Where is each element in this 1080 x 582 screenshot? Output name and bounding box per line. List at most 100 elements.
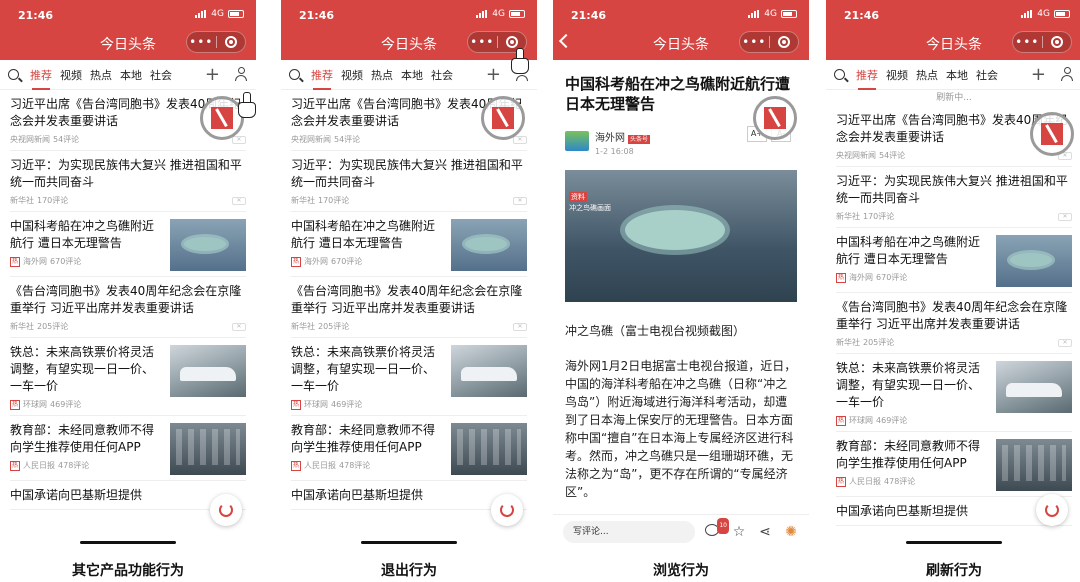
list-item[interactable]: 中国科考船在冲之鸟礁附近航行 遭日本无理警告 热海外网 670评论 (10, 212, 246, 277)
dislike-button[interactable]: ✕ (232, 323, 246, 331)
user-profile-icon[interactable] (234, 67, 248, 81)
mini-program-capsule[interactable]: ••• (739, 31, 799, 53)
comment-count: 54评论 (334, 135, 361, 144)
tab-video[interactable]: 视频 (882, 67, 912, 83)
tab-recommend[interactable]: 推荐 (852, 67, 882, 90)
tab-video[interactable]: 视频 (56, 67, 86, 83)
news-thumbnail (451, 345, 527, 397)
list-item[interactable]: 《告台湾同胞书》发表40周年纪念会在京隆重举行 习近平出席并发表重要讲话 新华社… (836, 293, 1072, 354)
refresh-button[interactable] (210, 494, 242, 526)
list-item[interactable]: 《告台湾同胞书》发表40周年纪念会在京隆重举行 习近平出席并发表重要讲话 新华社… (10, 277, 246, 338)
article-video[interactable]: 资料 冲之鸟礁画面 (565, 170, 797, 302)
more-share-icon[interactable]: ✺ (783, 524, 799, 540)
news-title: 中国科考船在冲之鸟礁附近航行 遭日本无理警告 (836, 235, 981, 266)
add-channel-icon[interactable]: + (205, 64, 220, 85)
tab-hot[interactable]: 热点 (912, 67, 942, 83)
author-name[interactable]: 海外网 (595, 133, 625, 144)
dislike-button[interactable]: ✕ (232, 197, 246, 205)
more-button[interactable]: ••• (1013, 33, 1042, 51)
search-button[interactable] (281, 69, 307, 80)
app-header: 21:46 4G 今日头条 ••• (0, 0, 256, 60)
author-avatar[interactable] (565, 131, 589, 151)
share-icon[interactable]: ⋖ (757, 524, 773, 540)
list-item[interactable]: 铁总：未来高铁票价将灵活调整，有望实现一日一价、一车一价 热环球网 469评论 (836, 354, 1072, 432)
mini-program-capsule[interactable]: ••• (1012, 31, 1072, 53)
news-title: 习近平：为实现民族伟大复兴 推进祖国和平统一而共同奋斗 (10, 158, 242, 189)
comments-button[interactable]: 10 (705, 517, 729, 540)
dislike-button[interactable]: ✕ (513, 323, 527, 331)
list-item[interactable]: 中国科考船在冲之鸟礁附近航行 遭日本无理警告 热海外网 670评论 (836, 228, 1072, 293)
comment-count: 469评论 (331, 400, 363, 409)
tab-society[interactable]: 社会 (427, 67, 457, 83)
more-button[interactable]: ••• (187, 33, 216, 51)
list-item[interactable]: 习近平：为实现民族伟大复兴 推进祖国和平统一而共同奋斗 新华社 170评论 ✕ (291, 151, 527, 212)
refresh-button[interactable] (491, 494, 523, 526)
app-header: 21:46 4G 今日头条 ••• (826, 0, 1080, 60)
phone-screen-refresh-action: 21:46 4G 今日头条 ••• 推荐 视频 热点 本地 社会 + 刷新中..… (826, 0, 1080, 548)
comment-count: 205评论 (863, 338, 895, 347)
more-button[interactable]: ••• (740, 33, 769, 51)
news-source: 央视网新闻 (836, 151, 876, 160)
tab-video[interactable]: 视频 (337, 67, 367, 83)
news-source: 新华社 (291, 196, 315, 205)
close-mini-program-button[interactable] (770, 36, 799, 48)
mini-program-capsule[interactable]: ••• (186, 31, 246, 53)
search-button[interactable] (0, 69, 26, 80)
tab-recommend[interactable]: 推荐 (307, 67, 337, 90)
list-item[interactable]: 教育部：未经同意教师不得向学生推荐使用任何APP 热人民日报 478评论 (10, 416, 246, 481)
tab-recommend[interactable]: 推荐 (26, 67, 56, 90)
news-title: 中国科考船在冲之鸟礁附近航行 遭日本无理警告 (10, 219, 155, 250)
refresh-button[interactable] (1036, 494, 1068, 526)
list-item[interactable]: 习近平：为实现民族伟大复兴 推进祖国和平统一而共同奋斗 新华社 170评论 ✕ (10, 151, 246, 212)
tab-local[interactable]: 本地 (942, 67, 972, 83)
list-item[interactable]: 习近平：为实现民族伟大复兴 推进祖国和平统一而共同奋斗 新华社 170评论 ✕ (836, 167, 1072, 228)
more-button[interactable]: ••• (468, 33, 497, 51)
list-item[interactable]: 中国科考船在冲之鸟礁附近航行 遭日本无理警告 热海外网 670评论 (291, 212, 527, 277)
list-item[interactable]: 铁总：未来高铁票价将灵活调整，有望实现一日一价、一车一价 热环球网 469评论 (10, 338, 246, 416)
list-item[interactable]: 《告台湾同胞书》发表40周年纪念会在京隆重举行 习近平出席并发表重要讲话 新华社… (291, 277, 527, 338)
user-profile-icon[interactable] (1060, 67, 1074, 81)
refreshing-indicator: 刷新中... (936, 93, 972, 103)
close-mini-program-button[interactable] (1043, 36, 1072, 48)
news-title: 中国承诺向巴基斯坦提供 (291, 488, 424, 502)
dislike-button[interactable]: ✕ (1058, 339, 1072, 347)
signal-icon (476, 10, 488, 18)
video-tag: 资料 (569, 192, 587, 202)
news-title: 《告台湾同胞书》发表40周年纪念会在京隆重举行 习近平出席并发表重要讲话 (10, 284, 242, 315)
dislike-button[interactable]: ✕ (513, 136, 527, 144)
home-indicator (80, 541, 176, 544)
tab-society[interactable]: 社会 (146, 67, 176, 83)
tab-hot[interactable]: 热点 (86, 67, 116, 83)
status-indicators: 4G (476, 9, 525, 19)
tab-local[interactable]: 本地 (116, 67, 146, 83)
dislike-button[interactable]: ✕ (232, 136, 246, 144)
comment-toolbar: 写评论... 10 ☆ ⋖ ✺ (553, 514, 809, 548)
toutiao-logo-icon (211, 107, 233, 129)
dislike-button[interactable]: ✕ (1058, 213, 1072, 221)
list-item[interactable]: 教育部：未经同意教师不得向学生推荐使用任何APP 热人民日报 478评论 (291, 416, 527, 481)
favorite-star-icon[interactable]: ☆ (731, 524, 747, 540)
news-source: 央视网新闻 (291, 135, 331, 144)
close-mini-program-button[interactable] (498, 36, 527, 48)
add-channel-icon[interactable]: + (486, 64, 501, 85)
news-source: 新华社 (10, 196, 34, 205)
news-title: 教育部：未经同意教师不得向学生推荐使用任何APP (10, 423, 155, 454)
tab-hot[interactable]: 热点 (367, 67, 397, 83)
network-label: 4G (1037, 9, 1050, 19)
close-mini-program-button[interactable] (217, 36, 246, 48)
comment-count: 670评论 (331, 257, 363, 266)
hot-badge: 热 (291, 399, 302, 410)
tab-local[interactable]: 本地 (397, 67, 427, 83)
list-item[interactable]: 铁总：未来高铁票价将灵活调整，有望实现一日一价、一车一价 热环球网 469评论 (291, 338, 527, 416)
add-channel-icon[interactable]: + (1031, 64, 1046, 85)
comment-count: 54评论 (53, 135, 80, 144)
dislike-button[interactable]: ✕ (513, 197, 527, 205)
list-item[interactable]: 教育部：未经同意教师不得向学生推荐使用任何APP 热人民日报 478评论 (836, 432, 1072, 497)
battery-icon (228, 10, 244, 18)
comment-count: 170评论 (37, 196, 69, 205)
target-icon (1050, 36, 1063, 48)
news-title: 习近平：为实现民族伟大复兴 推进祖国和平统一而共同奋斗 (291, 158, 523, 189)
write-comment-input[interactable]: 写评论... (563, 520, 695, 543)
search-button[interactable] (826, 69, 852, 80)
tab-society[interactable]: 社会 (972, 67, 1002, 83)
